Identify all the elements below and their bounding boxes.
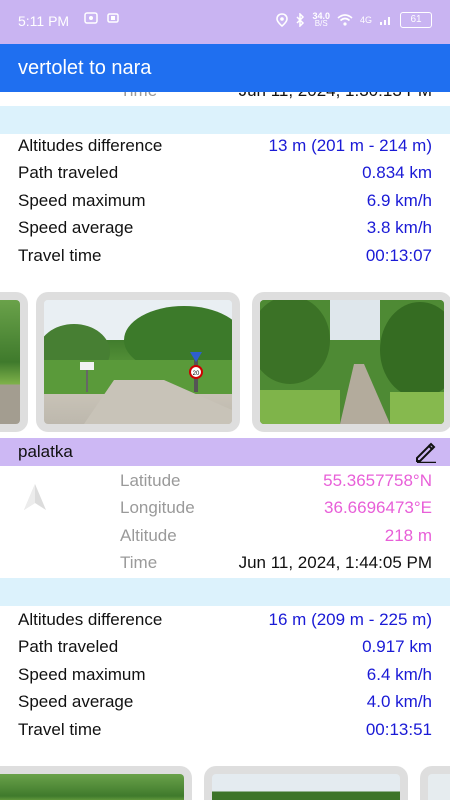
net-speed: 34.0 B/S [312,12,330,28]
stat-row-altitude-diff: Altitudes difference 16 m (209 m - 225 m… [0,607,450,634]
notification-icons [84,12,120,27]
road-sign-text: 20 [193,371,200,377]
altitude-value: 218 m [384,526,432,545]
battery-indicator: 61 [400,12,432,28]
road-photo-art: 20 [44,300,232,424]
wifi-icon [337,14,353,26]
photo-image [0,774,184,800]
stat-row-speed-avg: Speed average 3.8 km/h [0,215,450,242]
prev-time-label: Time [120,92,157,101]
photo-image [0,300,20,424]
photo-image [260,300,444,424]
stat-value: 0.917 km [362,637,432,656]
stat-row-speed-max: Speed maximum 6.4 km/h [0,662,450,689]
stat-label: Travel time [18,720,102,739]
latitude-label: Latitude [120,471,181,490]
latitude-value: 55.3657758°N [323,471,432,490]
stat-label: Speed average [18,218,134,237]
stat-value: 6.9 km/h [366,191,432,210]
status-bar: 5:11 PM 34.0 B/S 4G 61 [0,0,450,44]
stat-value: 00:13:07 [365,246,432,265]
stat-row-speed-max: Speed maximum 6.9 km/h [0,188,450,215]
photo-thumbnail[interactable] [252,292,450,432]
stat-value: 6.4 km/h [366,665,432,684]
signal-icon [380,17,390,25]
stat-label: Altitudes difference [18,136,163,155]
stat-row-travel-time: Travel time 00:13:51 [0,717,450,744]
photo-thumbnail[interactable] [420,766,450,800]
photo-thumbnail[interactable] [204,766,408,800]
longitude-value: 36.6696473°E [324,498,432,517]
time-label: Time [120,553,158,572]
longitude-label: Longitude [120,498,195,517]
app-notification-icon-2 [107,13,120,23]
stat-label: Speed maximum [18,191,146,210]
waypoint-header: palatka [0,438,450,466]
waypoint-name: palatka [18,442,73,461]
stat-label: Path traveled [18,637,119,656]
stat-row-speed-avg: Speed average 4.0 km/h [0,689,450,716]
photo-image [212,774,400,800]
stat-label: Speed average [18,692,134,711]
app-title-bar: vertolet to nara [0,44,450,92]
prev-time-value: Jun 11, 2024, 1:30:13 PM [239,92,432,101]
prev-waypoint-time-row: Time Jun 11, 2024, 1:30:13 PM [0,92,450,105]
track-details-list[interactable]: Time Jun 11, 2024, 1:30:13 PM Altitudes … [0,92,450,800]
stat-value: 16 m (209 m - 225 m) [268,610,432,629]
location-icon [276,13,289,27]
net-speed-unit: B/S [314,19,328,28]
section-separator [0,578,450,606]
waypoint-longitude-row: Longitude 36.6696473°E [0,495,450,522]
network-type: 4G [359,15,372,25]
stat-value: 3.8 km/h [366,218,432,237]
stat-value: 13 m (201 m - 214 m) [268,136,432,155]
stat-value: 00:13:51 [365,720,432,739]
photo-image: 20 [44,300,232,424]
stat-row-path: Path traveled 0.917 km [0,634,450,661]
waypoint-latitude-row: Latitude 55.3657758°N [0,468,450,495]
stat-label: Speed maximum [18,665,146,684]
stat-row-path: Path traveled 0.834 km [0,160,450,187]
green-lane-photo-art [260,300,444,424]
photo-thumbnail[interactable]: 20 [36,292,240,432]
stat-label: Altitudes difference [18,610,163,629]
stat-row-travel-time: Travel time 00:13:07 [0,243,450,270]
stat-value: 0.834 km [362,163,432,182]
altitude-label: Altitude [120,526,177,545]
photo-thumbnail[interactable] [0,292,28,432]
time-value: Jun 11, 2024, 1:44:05 PM [238,553,432,572]
app-notification-icon [84,12,98,24]
photo-thumbnail[interactable] [0,766,192,800]
waypoint-time-row: Time Jun 11, 2024, 1:44:05 PM [0,550,450,577]
waypoint-altitude-row: Altitude 218 m [0,523,450,550]
stat-label: Path traveled [18,163,119,182]
status-right: 34.0 B/S 4G 61 [276,12,432,28]
pencil-icon[interactable] [414,441,438,463]
section-separator [0,106,450,134]
status-time: 5:11 PM [18,13,70,29]
photo-image [428,774,450,800]
page-title: vertolet to nara [18,57,152,79]
bluetooth-icon [296,13,305,27]
stat-label: Travel time [18,246,102,265]
stat-row-altitude-diff: Altitudes difference 13 m (201 m - 214 m… [0,133,450,160]
stat-value: 4.0 km/h [366,692,432,711]
